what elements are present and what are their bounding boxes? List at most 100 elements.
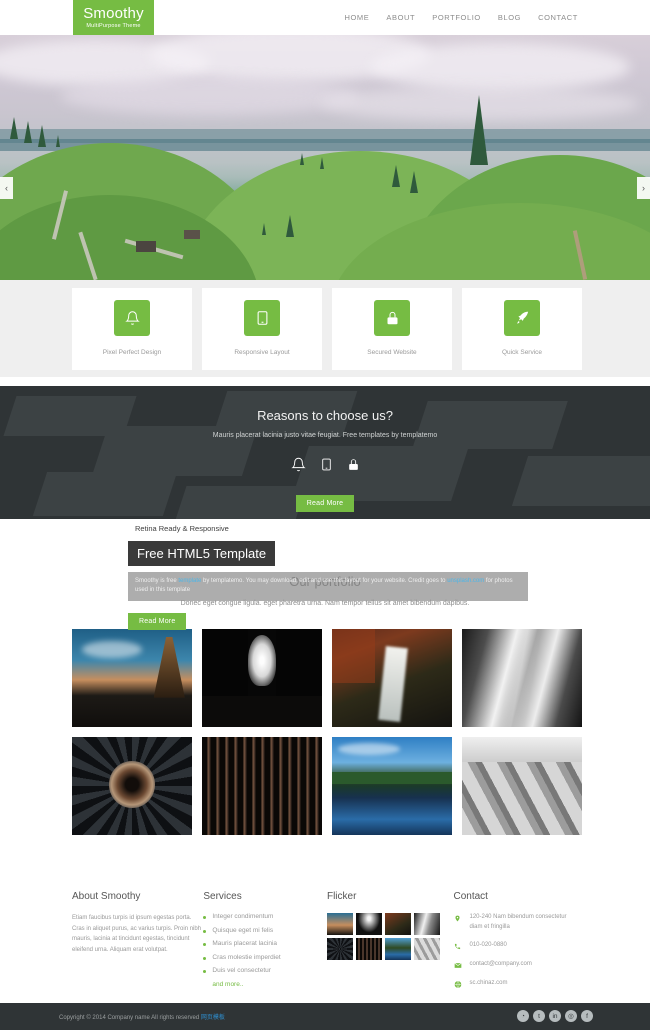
caption-read-more-button[interactable]: Read More — [128, 612, 187, 630]
contact-title: Contact — [453, 891, 488, 902]
feature-card-responsive-layout[interactable]: Responsive Layout — [202, 288, 322, 370]
portfolio-item-dark-forest-path[interactable] — [202, 629, 322, 727]
logo-title: Smoothy — [83, 5, 144, 22]
portfolio-item-bw-abstract-curves[interactable] — [462, 629, 582, 727]
features-section: Pixel Perfect Design Responsive Layout S… — [0, 280, 650, 377]
reasons-section: Reasons to choose us? Mauris placerat la… — [0, 386, 650, 519]
services-list-item[interactable]: Quisque eget mi felis — [203, 927, 327, 934]
nav-item-about[interactable]: ABOUT — [386, 13, 415, 22]
flicker-thumb-stripes[interactable] — [355, 938, 382, 960]
contact-website-row: sc.chinaz.com — [453, 979, 580, 989]
copyright-link[interactable]: 网页模板 — [201, 1015, 225, 1021]
feature-card-pixel-perfect-design[interactable]: Pixel Perfect Design — [72, 288, 192, 370]
flicker-thumb-bw-curves[interactable] — [413, 913, 440, 935]
slider-prev-button[interactable]: ‹ — [0, 177, 13, 199]
social-links: ◔ t in ◎ f — [517, 1010, 593, 1022]
tree-shape — [392, 165, 400, 187]
feature-label: Secured Website — [367, 349, 417, 356]
dribbble-icon[interactable]: ◎ — [565, 1010, 577, 1022]
rss-icon[interactable]: ◔ — [517, 1010, 529, 1022]
tree-shape — [24, 121, 32, 143]
lock-icon — [374, 300, 410, 336]
contact-phone[interactable]: 010-020-0880 — [469, 941, 506, 951]
caption-desc-pre: Smoothy is free — [135, 578, 179, 584]
services-list-item[interactable]: Mauris placerat lacinia — [203, 940, 327, 947]
twitter-icon[interactable]: t — [533, 1010, 545, 1022]
rocket-icon — [504, 300, 540, 336]
services-and-more-link[interactable]: and more.. — [203, 981, 327, 988]
hero-slider: ‹ › — [0, 35, 650, 280]
flicker-thumb-dry-grass[interactable] — [326, 913, 353, 935]
feature-label: Responsive Layout — [234, 349, 290, 356]
globe-icon — [453, 979, 462, 989]
services-title: Services — [203, 891, 242, 902]
portfolio-item-lake-reflection[interactable] — [332, 737, 452, 835]
contact-email[interactable]: contact@company.com — [469, 960, 531, 970]
nav-item-contact[interactable]: CONTACT — [538, 13, 578, 22]
flicker-thumb-turbine[interactable] — [326, 938, 353, 960]
caption-headline: Free HTML5 Template — [128, 541, 276, 566]
main-navigation: HOME ABOUT PORTFOLIO BLOG CONTACT — [344, 13, 578, 22]
footer-column-contact: Contact 120-240 Nam bibendum consectetur… — [453, 891, 580, 998]
caption-button-wrap: Read More — [128, 610, 528, 630]
flicker-thumb-waterfall[interactable] — [384, 913, 411, 935]
reasons-read-more-button[interactable]: Read More — [295, 495, 355, 512]
cloud-shape — [60, 77, 360, 115]
services-list: Integer condimentum Quisque eget mi feli… — [203, 913, 327, 988]
nav-item-home[interactable]: HOME — [344, 13, 369, 22]
envelope-icon — [453, 960, 462, 970]
contact-email-row: contact@company.com — [453, 960, 580, 970]
tree-shape — [56, 135, 60, 147]
copyright-text: Copyright © 2014 Company name All rights… — [59, 1015, 201, 1021]
reasons-subtitle: Mauris placerat lacinia justo vitae feug… — [212, 432, 438, 439]
caption-description: Smoothy is free template by templatemo. … — [128, 572, 528, 601]
contact-website[interactable]: sc.chinaz.com — [469, 979, 507, 989]
bell-icon — [290, 456, 306, 478]
nav-item-portfolio[interactable]: PORTFOLIO — [432, 13, 481, 22]
copyright-bar: Copyright © 2014 Company name All rights… — [0, 1003, 650, 1030]
site-logo[interactable]: Smoothy MultiPurpose Theme — [73, 0, 154, 35]
bell-icon — [114, 300, 150, 336]
portfolio-item-autumn-waterfall[interactable] — [332, 629, 452, 727]
footer-column-flicker: Flicker — [326, 891, 454, 998]
flicker-thumb-dark-forest[interactable] — [355, 913, 382, 935]
logo-subtitle: MultiPurpose Theme — [86, 23, 141, 29]
lock-icon — [347, 456, 360, 478]
services-list-item[interactable]: Cras molestie imperdiet — [203, 954, 327, 961]
contact-address-row: 120-240 Nam bibendum consectetur diam et… — [453, 913, 580, 932]
tree-shape — [300, 153, 304, 165]
portfolio-item-dry-grass-sunset[interactable] — [72, 629, 192, 727]
page-root: Smoothy MultiPurpose Theme HOME ABOUT PO… — [0, 0, 650, 1030]
feature-card-quick-service[interactable]: Quick Service — [462, 288, 582, 370]
flicker-title: Flicker — [326, 891, 357, 902]
contact-phone-row: 010-020-0880 — [453, 941, 580, 951]
nav-item-blog[interactable]: BLOG — [498, 13, 521, 22]
copyright-text-wrap: Copyright © 2014 Company name All rights… — [59, 1012, 225, 1021]
caption-desc-mid: by templatemo. You may download, edit an… — [201, 578, 448, 584]
facebook-icon[interactable]: f — [581, 1010, 593, 1022]
flicker-thumb-blocks[interactable] — [413, 938, 440, 960]
contact-address: 120-240 Nam bibendum consectetur diam et… — [469, 914, 567, 930]
tree-shape — [10, 117, 18, 139]
caption-unsplash-link[interactable]: unsplash.com — [447, 578, 484, 584]
services-list-item[interactable]: Integer condimentum — [203, 913, 327, 920]
services-list-item[interactable]: Duis vel consectetur — [203, 967, 327, 974]
caption-template-link[interactable]: template — [178, 578, 201, 584]
portfolio-item-jet-engine-turbine[interactable] — [72, 737, 192, 835]
cloud-shape — [370, 43, 630, 91]
slider-next-button[interactable]: › — [637, 177, 650, 199]
slider-caption-overlay: Retina Ready & Responsive Free HTML5 Tem… — [128, 518, 528, 630]
linkedin-icon[interactable]: in — [549, 1010, 561, 1022]
tree-shape — [38, 125, 46, 147]
phone-icon — [453, 941, 462, 951]
feature-label: Pixel Perfect Design — [102, 349, 162, 356]
feature-card-secured-website[interactable]: Secured Website — [332, 288, 452, 370]
tree-shape — [262, 223, 266, 235]
footer-column-services: Services Integer condimentum Quisque ege… — [203, 891, 327, 998]
house-shape — [184, 230, 200, 239]
tablet-icon — [244, 300, 280, 336]
portfolio-item-dark-vertical-stripes[interactable] — [202, 737, 322, 835]
portfolio-item-concrete-blocks-bw[interactable] — [462, 737, 582, 835]
flicker-thumb-lake[interactable] — [384, 938, 411, 960]
features-row: Pixel Perfect Design Responsive Layout S… — [72, 288, 582, 370]
